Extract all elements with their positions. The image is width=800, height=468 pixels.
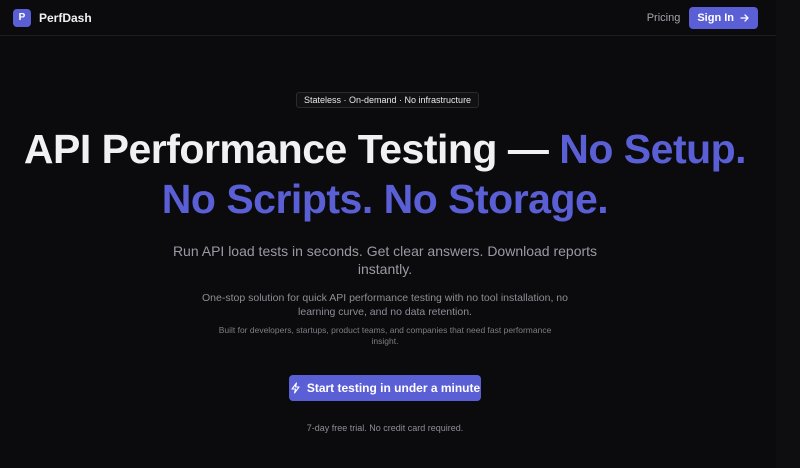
logo-icon: P bbox=[13, 8, 31, 27]
hero-audience: Built for developers, startups, product … bbox=[218, 325, 552, 346]
page: P PerfDash Pricing Sign In Stateless · O… bbox=[0, 0, 800, 468]
headline-accent-2: No Scripts. No Storage. bbox=[161, 176, 609, 222]
headline-accent-1: No Setup. bbox=[559, 126, 747, 172]
arrow-right-icon bbox=[740, 13, 749, 22]
brand[interactable]: P PerfDash bbox=[13, 8, 92, 27]
headline-text: API Performance Testing — bbox=[23, 126, 560, 172]
pricing-link[interactable]: Pricing bbox=[647, 12, 681, 24]
start-testing-button[interactable]: Start testing in under a minute bbox=[289, 375, 481, 401]
hero-subheading: Run API load tests in seconds. Get clear… bbox=[172, 243, 598, 277]
start-testing-label: Start testing in under a minute bbox=[306, 381, 481, 395]
hero-description: One-stop solution for quick API performa… bbox=[202, 292, 568, 318]
nav-links: Pricing Sign In bbox=[647, 6, 758, 29]
top-nav: P PerfDash Pricing Sign In bbox=[0, 0, 776, 36]
sign-in-button[interactable]: Sign In bbox=[689, 6, 758, 29]
feature-pill: Stateless · On-demand · No infrastructur… bbox=[296, 92, 480, 108]
brand-name: PerfDash bbox=[39, 10, 92, 25]
lightning-icon bbox=[291, 382, 300, 394]
sign-in-label: Sign In bbox=[697, 11, 734, 24]
scrollbar-track[interactable] bbox=[776, 0, 800, 468]
hero-headline: API Performance Testing — No Setup. No S… bbox=[0, 124, 770, 224]
trial-note: 7-day free trial. No credit card require… bbox=[306, 423, 464, 433]
